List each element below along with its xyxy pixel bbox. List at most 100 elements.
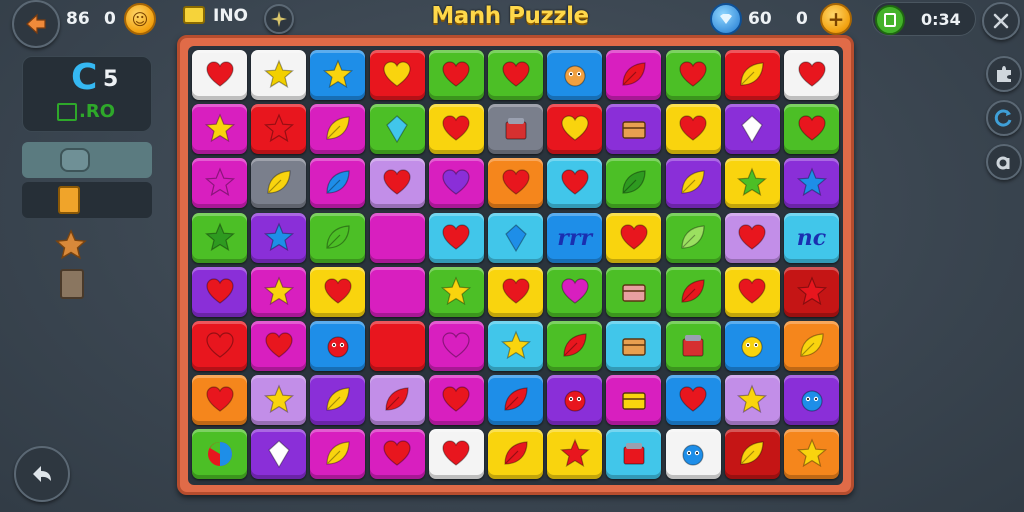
tile-leaf[interactable]	[369, 375, 425, 426]
tile-star[interactable]	[310, 50, 366, 100]
hint-button[interactable]	[986, 144, 1022, 180]
tile-creature[interactable]	[724, 321, 780, 371]
tile-heart[interactable]	[488, 266, 543, 317]
tile-star[interactable]	[251, 212, 307, 263]
tile-heart[interactable]	[428, 375, 484, 426]
tile-star[interactable]	[547, 429, 603, 480]
tile-heart[interactable]	[369, 429, 425, 480]
tile-box[interactable]	[665, 321, 721, 371]
tile-leaf[interactable]	[547, 321, 603, 371]
refresh-button[interactable]	[986, 100, 1022, 136]
tile-blank[interactable]	[369, 212, 425, 263]
tile-heart[interactable]	[310, 266, 366, 317]
tile-leaf[interactable]	[606, 158, 662, 209]
tile-heart[interactable]	[724, 212, 780, 263]
tile-heart[interactable]	[665, 50, 721, 100]
tile-heart[interactable]	[784, 50, 839, 100]
tile-blank[interactable]	[369, 321, 425, 371]
tile-star[interactable]	[251, 266, 307, 317]
tile-creature[interactable]	[310, 321, 366, 371]
tile-heart[interactable]	[192, 50, 247, 100]
tile-heart[interactable]	[488, 50, 543, 100]
tile-leaf[interactable]	[606, 50, 662, 100]
tile-box[interactable]	[606, 429, 662, 480]
tile-glyph[interactable]: rrr	[547, 212, 603, 263]
tile-chest[interactable]	[606, 321, 662, 371]
tile-heart[interactable]	[428, 321, 484, 371]
tile-star[interactable]	[724, 375, 780, 426]
tile-heart[interactable]	[724, 266, 780, 317]
tile-star[interactable]	[251, 375, 307, 426]
tile-leaf[interactable]	[488, 429, 543, 480]
tile-heart[interactable]	[428, 104, 484, 155]
compass-button[interactable]	[264, 4, 294, 34]
tile-heart[interactable]	[665, 104, 721, 155]
tile-heart[interactable]	[547, 266, 603, 317]
tile-star[interactable]	[251, 104, 307, 155]
tile-leaf[interactable]	[310, 104, 366, 155]
puzzle-button[interactable]	[986, 56, 1022, 92]
tile-heart[interactable]	[192, 266, 247, 317]
tile-heart[interactable]	[428, 158, 484, 209]
tile-glyph[interactable]: nc	[784, 212, 839, 263]
tile-heart[interactable]	[251, 321, 307, 371]
tile-star[interactable]	[192, 104, 247, 155]
tile-creature[interactable]	[547, 50, 603, 100]
tile-chest[interactable]	[606, 266, 662, 317]
tile-heart[interactable]	[192, 375, 247, 426]
tile-heart[interactable]	[369, 158, 425, 209]
tile-leaf[interactable]	[665, 212, 721, 263]
tile-gem[interactable]	[488, 212, 543, 263]
tile-star[interactable]	[488, 321, 543, 371]
tile-leaf[interactable]	[251, 158, 307, 209]
tile-leaf[interactable]	[724, 50, 780, 100]
tile-star[interactable]	[251, 50, 307, 100]
powerup-slot-2[interactable]	[22, 182, 152, 218]
tile-leaf[interactable]	[310, 375, 366, 426]
tile-star[interactable]	[724, 158, 780, 209]
tile-star[interactable]	[192, 158, 247, 209]
add-coins-button[interactable]: +	[820, 3, 852, 35]
tile-creature[interactable]	[784, 375, 839, 426]
tile-heart[interactable]	[192, 321, 247, 371]
tile-heart[interactable]	[488, 158, 543, 209]
tile-creature[interactable]	[547, 375, 603, 426]
tile-heart[interactable]	[369, 50, 425, 100]
tile-leaf[interactable]	[665, 266, 721, 317]
coin-icon[interactable]: ☺	[124, 3, 156, 35]
tile-leaf[interactable]	[665, 158, 721, 209]
tile-leaf[interactable]	[724, 429, 780, 480]
undo-button[interactable]	[14, 446, 70, 502]
tile-heart[interactable]	[547, 104, 603, 155]
tile-creature[interactable]	[665, 429, 721, 480]
powerup-slot-1[interactable]	[22, 142, 152, 178]
tile-heart[interactable]	[428, 212, 484, 263]
tile-heart[interactable]	[428, 50, 484, 100]
tile-star[interactable]	[192, 212, 247, 263]
tile-chest[interactable]	[606, 104, 662, 155]
tile-blank[interactable]	[369, 266, 425, 317]
tile-heart[interactable]	[606, 212, 662, 263]
close-button[interactable]	[982, 2, 1020, 40]
back-button[interactable]	[12, 0, 60, 48]
tile-leaf[interactable]	[310, 212, 366, 263]
tile-heart[interactable]	[665, 375, 721, 426]
tile-heart[interactable]	[784, 104, 839, 155]
info-badge[interactable]: INO	[183, 4, 261, 30]
tile-star[interactable]	[784, 429, 839, 480]
tile-chest[interactable]	[606, 375, 662, 426]
tile-star[interactable]	[784, 158, 839, 209]
tile-star[interactable]	[784, 266, 839, 317]
tile-leaf[interactable]	[784, 321, 839, 371]
tile-heart[interactable]	[547, 158, 603, 209]
journal-icon[interactable]	[56, 266, 88, 302]
tile-gem[interactable]	[369, 104, 425, 155]
star-powerup-icon[interactable]	[52, 226, 90, 264]
tile-leaf[interactable]	[310, 158, 366, 209]
tile-ball[interactable]	[192, 429, 247, 480]
tile-heart[interactable]	[428, 429, 484, 480]
tile-leaf[interactable]	[488, 375, 543, 426]
tile-star[interactable]	[428, 266, 484, 317]
tile-gem[interactable]	[724, 104, 780, 155]
tile-leaf[interactable]	[310, 429, 366, 480]
